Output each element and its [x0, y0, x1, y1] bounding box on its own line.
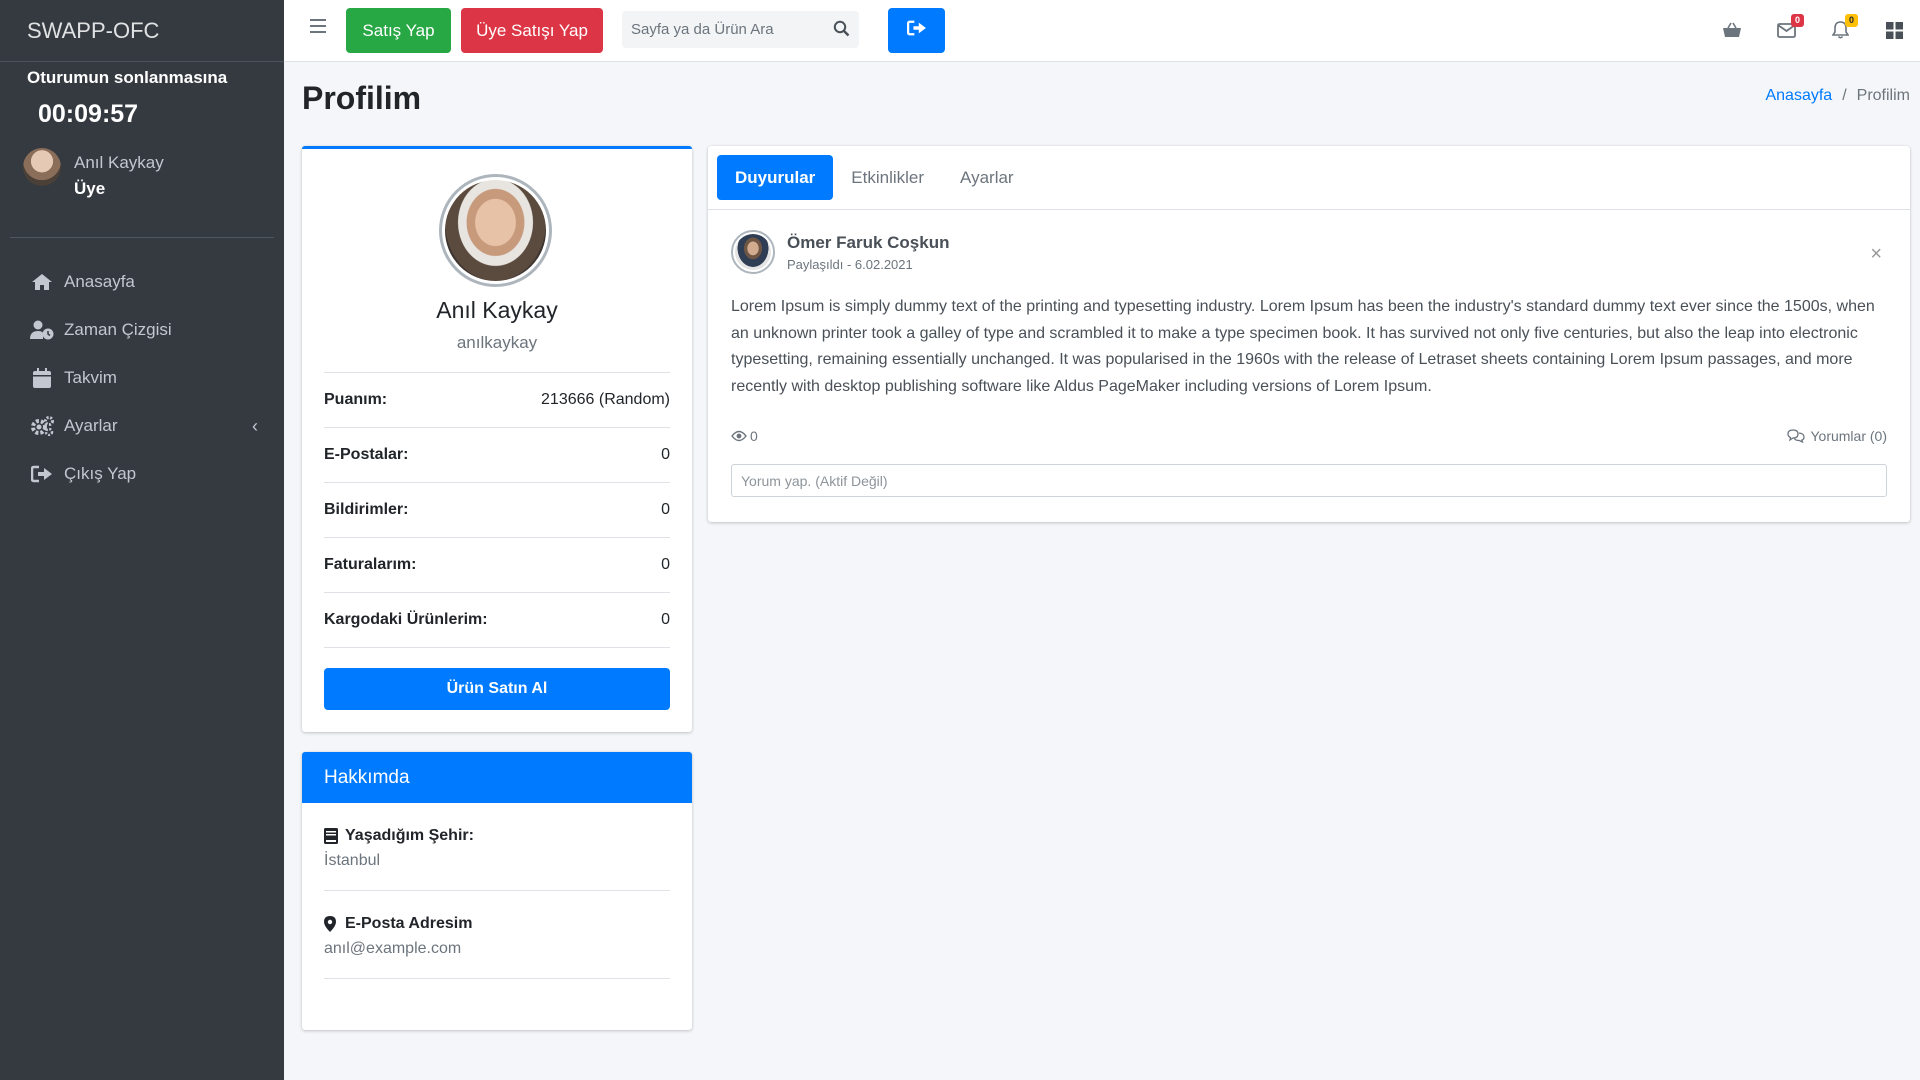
sidebar-item-label: Çıkış Yap [64, 464, 137, 483]
page-title: Profilim [302, 80, 422, 116]
sidebar-nav: Anasayfa Zaman Çizgisi Takvim Ayarlar ‹ [0, 258, 284, 498]
chevron-left-icon: ‹ [252, 416, 258, 436]
sale-button[interactable]: Satış Yap [346, 8, 451, 53]
user-avatar[interactable] [23, 148, 61, 186]
stat-label: Bildirimler: [324, 501, 409, 518]
post-views: 0 [731, 428, 758, 444]
home-icon [30, 271, 54, 293]
activity-card: Duyurular Etkinlikler Ayarlar Ömer Faruk… [708, 146, 1910, 522]
calendar-icon [30, 367, 54, 389]
sidebar-divider [10, 237, 274, 238]
about-city-label: Yaşadığım Şehir: [345, 827, 474, 844]
sidebar-item-zaman-cizgisi[interactable]: Zaman Çizgisi [0, 306, 284, 354]
user-name[interactable]: Anıl Kaykay [74, 153, 164, 173]
breadcrumb-home-link[interactable]: Anasayfa [1765, 87, 1832, 104]
sidebar-item-anasayfa[interactable]: Anasayfa [0, 258, 284, 306]
users-clock-icon [30, 319, 54, 341]
post-author-avatar [731, 230, 775, 274]
stat-label: Faturalarım: [324, 556, 417, 573]
buy-product-button[interactable]: Ürün Satın Al [324, 668, 670, 710]
profile-avatar [439, 174, 552, 287]
notification-badge: 0 [1845, 14, 1858, 27]
brand-logo[interactable]: SWAPP-OFC [0, 0, 284, 62]
sidebar-item-label: Anasayfa [64, 272, 135, 291]
profile-card: Anıl Kaykay anılkaykay Puanım: 213666 (R… [302, 146, 692, 732]
book-icon [324, 828, 340, 844]
stat-value: 0 [661, 446, 670, 463]
post-date: Paylaşıldı - 6.02.2021 [787, 257, 913, 272]
about-card: Hakkımda Yaşadığım Şehir: İstanbul E-Pos… [302, 752, 692, 1030]
sign-out-icon [30, 463, 54, 485]
comments-link[interactable]: Yorumlar (0) [1787, 428, 1887, 444]
search-icon[interactable] [833, 20, 851, 38]
breadcrumb: Anasayfa / Profilim [1765, 87, 1910, 104]
stat-label: Kargodaki Ürünlerim: [324, 611, 488, 628]
tab-bar: Duyurular Etkinlikler Ayarlar [708, 146, 1910, 210]
sidebar-item-ayarlar[interactable]: Ayarlar ‹ [0, 402, 284, 450]
session-timer: 00:09:57 [38, 100, 139, 128]
stat-value: 0 [661, 611, 670, 628]
user-role: Üye [74, 179, 106, 198]
stat-value: 0 [661, 556, 670, 573]
sidebar-item-label: Ayarlar [64, 416, 118, 435]
profile-username: anılkaykay [456, 333, 538, 352]
stat-value: 0 [661, 501, 670, 518]
profile-name: Anıl Kaykay [436, 297, 558, 323]
about-title: Hakkımda [302, 752, 692, 803]
stat-emails[interactable]: E-Postalar: 0 [324, 428, 670, 483]
stat-points: Puanım: 213666 (Random) [324, 373, 670, 428]
map-marker-icon [324, 916, 340, 932]
search-box [622, 11, 859, 48]
stat-invoices[interactable]: Faturalarım: 0 [324, 538, 670, 593]
breadcrumb-current: Profilim [1856, 87, 1910, 104]
sidebar-item-cikis-yap[interactable]: Çıkış Yap [0, 450, 284, 498]
comments-icon [1787, 429, 1806, 443]
stat-shipping[interactable]: Kargodaki Ürünlerim: 0 [324, 593, 670, 648]
sidebar-item-label: Zaman Çizgisi [64, 320, 172, 339]
comments-label: Yorumlar (0) [1810, 428, 1887, 444]
apps-grid-icon[interactable] [1882, 18, 1906, 42]
stat-notifications[interactable]: Bildirimler: 0 [324, 483, 670, 538]
sidebar: SWAPP-OFC Oturumun sonlanmasına 00:09:57… [0, 0, 284, 1080]
sign-out-icon [906, 20, 927, 41]
logout-button[interactable] [888, 8, 945, 53]
session-label: Oturumun sonlanmasına [27, 68, 228, 87]
post-text: Lorem Ipsum is simply dummy text of the … [731, 298, 1875, 395]
post-author[interactable]: Ömer Faruk Coşkun [787, 233, 950, 253]
stat-label: E-Postalar: [324, 446, 409, 463]
top-navbar: Satış Yap Üye Satışı Yap 0 0 [284, 0, 1920, 62]
bell-icon[interactable]: 0 [1828, 14, 1858, 42]
stat-value: 213666 (Random) [541, 391, 670, 408]
about-email-label: E-Posta Adresim [345, 915, 473, 932]
menu-toggle-icon[interactable] [310, 19, 326, 35]
about-city: Yaşadığım Şehir: İstanbul [324, 803, 670, 891]
views-count: 0 [750, 428, 758, 444]
eye-icon [731, 430, 747, 442]
close-icon[interactable]: × [1870, 243, 1882, 266]
comment-input[interactable] [731, 464, 1887, 497]
about-city-value: İstanbul [324, 852, 381, 869]
tab-ayarlar[interactable]: Ayarlar [942, 155, 1032, 200]
sidebar-item-takvim[interactable]: Takvim [0, 354, 284, 402]
envelope-icon[interactable]: 0 [1774, 14, 1804, 42]
basket-icon[interactable] [1720, 18, 1744, 42]
tab-duyurular[interactable]: Duyurular [717, 155, 834, 200]
search-input[interactable] [622, 11, 822, 48]
about-email-value: anıl@example.com [324, 940, 462, 957]
stat-label: Puanım: [324, 391, 388, 408]
about-email: E-Posta Adresim anıl@example.com [324, 891, 670, 979]
profile-stats: Puanım: 213666 (Random) E-Postalar: 0 Bi… [324, 372, 670, 648]
session-panel: Oturumun sonlanmasına 00:09:57 [0, 62, 284, 129]
member-sale-button[interactable]: Üye Satışı Yap [461, 8, 603, 53]
tab-etkinlikler[interactable]: Etkinlikler [833, 155, 942, 200]
user-panel: Anıl Kaykay Üye [0, 129, 284, 225]
sidebar-item-label: Takvim [64, 368, 117, 387]
mail-badge: 0 [1791, 14, 1804, 27]
cogs-icon [30, 415, 54, 437]
